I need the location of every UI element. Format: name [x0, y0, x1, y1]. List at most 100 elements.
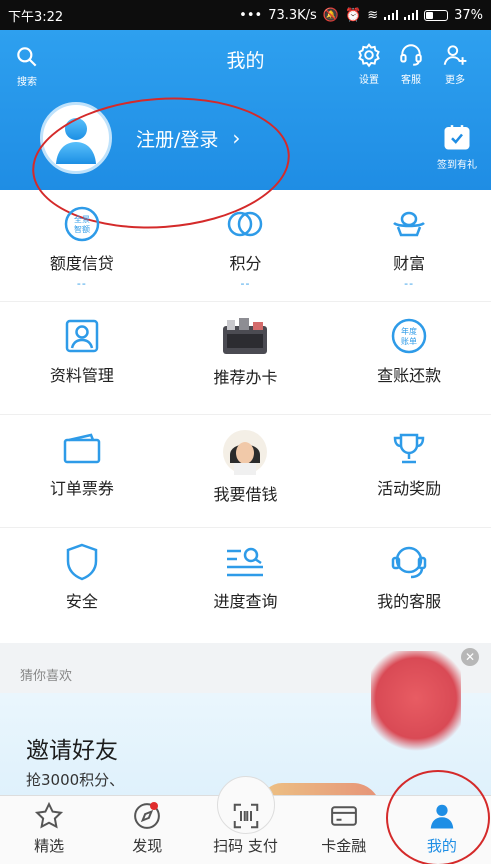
headset-icon: [389, 542, 429, 582]
floating-red-mascot[interactable]: [371, 651, 461, 756]
profile-header: 搜索 我的 设置 客服 更多 注册/登录 › 签到有礼: [0, 30, 491, 190]
tab-featured-label: 精选: [34, 837, 65, 855]
banner-title: 邀请好友: [26, 738, 118, 764]
wealth-label: 财富: [393, 254, 426, 273]
login-entry[interactable]: 注册/登录 ›: [40, 102, 240, 174]
signal-icon: [384, 10, 399, 20]
grid-row: 全景 智额 额度信贷 -- 积分 -- 财富 --: [0, 190, 491, 302]
tab-discover[interactable]: 发现: [98, 796, 196, 864]
mute-icon: 🔕: [322, 7, 339, 23]
search-label: 搜索: [17, 77, 37, 88]
more-label: 更多: [445, 75, 465, 86]
order-ticket-label: 订单票券: [49, 479, 114, 498]
headset-icon: [400, 44, 422, 66]
tab-scan-pay[interactable]: 扫码 支付: [196, 776, 294, 864]
svg-text:智额: 智额: [74, 224, 90, 234]
points-value: --: [240, 277, 251, 290]
function-grid: 全景 智额 额度信贷 -- 积分 -- 财富 -- 资料管理 推荐办卡 年度 账…: [0, 190, 491, 643]
status-bar: 下午3:22 ••• 73.3K/s 🔕 ⏰ ≋ 37%: [0, 0, 491, 30]
add-friend-icon: [443, 45, 467, 65]
bill-repay-label: 查账还款: [377, 366, 442, 385]
annual-bill-icon: 年度 账单: [389, 316, 429, 356]
rocket-illustration: [261, 783, 381, 795]
progress-query-icon: [225, 542, 265, 582]
ingot-icon: [389, 204, 429, 244]
recommend-title: 猜你喜欢: [20, 669, 73, 684]
points-rings-icon: [225, 204, 265, 244]
banner-subtitle: 抢3000积分、: [26, 771, 125, 789]
tab-discover-label: 发现: [132, 837, 163, 855]
tab-scan-pay-label: 扫码 支付: [213, 837, 278, 855]
recommend-card-label: 推荐办卡: [213, 368, 278, 387]
star-icon: [35, 801, 64, 829]
more-button[interactable]: 更多: [442, 42, 468, 86]
order-ticket-item[interactable]: 订单票券: [0, 415, 164, 527]
close-icon[interactable]: ✕: [461, 648, 479, 666]
my-service-item[interactable]: 我的客服: [327, 528, 491, 643]
status-time: 下午3:22: [8, 9, 64, 25]
activity-reward-label: 活动奖励: [377, 479, 442, 498]
profile-management-label: 资料管理: [49, 366, 114, 385]
progress-query-label: 进度查询: [213, 592, 278, 611]
checkin-button[interactable]: 签到有礼: [437, 122, 477, 171]
security-item[interactable]: 安全: [0, 528, 164, 643]
wealth-value: --: [404, 277, 415, 290]
bottom-tab-bar: 精选 发现 扫码 支付 卡金融 我的: [0, 776, 491, 864]
trophy-icon: [389, 429, 429, 469]
borrow-photo-icon: [222, 429, 268, 475]
grid-row: 资料管理 推荐办卡 年度 账单 查账还款: [0, 302, 491, 415]
quanjing-credit-icon: 全景 智额: [62, 204, 102, 244]
person-icon: [430, 804, 454, 829]
points-label: 积分: [229, 254, 262, 273]
recommend-card-item[interactable]: 推荐办卡: [164, 302, 328, 414]
signal-icon-2: [404, 10, 419, 20]
borrow-money-item[interactable]: 我要借钱: [164, 415, 328, 527]
credit-limit-value: --: [76, 277, 87, 290]
ticket-icon: [62, 429, 102, 469]
login-link[interactable]: 注册/登录 ›: [136, 125, 240, 152]
svg-text:全景: 全景: [74, 214, 90, 224]
login-text: 注册/登录: [136, 128, 219, 151]
credit-limit-item[interactable]: 全景 智额 额度信贷 --: [0, 190, 164, 301]
tab-card-finance[interactable]: 卡金融: [295, 796, 393, 864]
svg-text:年度: 年度: [401, 326, 417, 336]
bill-repay-item[interactable]: 年度 账单 查账还款: [327, 302, 491, 414]
settings-label: 设置: [359, 75, 379, 86]
profile-management-item[interactable]: 资料管理: [0, 302, 164, 414]
recommend-card-photo-icon: [221, 316, 269, 358]
points-item[interactable]: 积分 --: [164, 190, 328, 301]
service-label: 客服: [401, 75, 421, 86]
customer-service-button[interactable]: 客服: [398, 42, 424, 86]
user-avatar-icon: [56, 118, 96, 164]
recommend-section: ✕ 猜你喜欢 邀请好友 抢3000积分、: [0, 643, 491, 795]
svg-text:账单: 账单: [401, 336, 417, 346]
alarm-icon: ⏰: [345, 7, 362, 23]
status-right: ••• 73.3K/s 🔕 ⏰ ≋ 37%: [239, 8, 483, 23]
checkin-label: 签到有礼: [437, 160, 477, 171]
my-service-label: 我的客服: [377, 592, 442, 611]
borrow-money-label: 我要借钱: [213, 485, 278, 504]
grid-row: 安全 进度查询 我的客服: [0, 528, 491, 643]
tab-mine[interactable]: 我的: [393, 796, 491, 864]
network-speed: 73.3K/s: [268, 7, 317, 23]
dots-icon: •••: [239, 7, 263, 23]
settings-button[interactable]: 设置: [356, 42, 382, 86]
security-label: 安全: [65, 592, 98, 611]
grid-row: 订单票券 我要借钱 活动奖励: [0, 415, 491, 528]
scan-icon: [233, 803, 258, 829]
profile-icon: [62, 316, 102, 356]
activity-reward-item[interactable]: 活动奖励: [327, 415, 491, 527]
chevron-right-icon: ›: [232, 126, 241, 150]
card-icon: [330, 806, 357, 826]
progress-query-item[interactable]: 进度查询: [164, 528, 328, 643]
battery-icon: [424, 9, 449, 21]
tab-card-finance-label: 卡金融: [321, 837, 367, 855]
tab-featured[interactable]: 精选: [0, 796, 98, 864]
credit-limit-label: 额度信贷: [49, 254, 114, 273]
calendar-check-icon: [444, 125, 470, 150]
tab-mine-label: 我的: [426, 837, 457, 855]
avatar[interactable]: [40, 102, 112, 174]
gear-icon: [358, 43, 380, 68]
wealth-item[interactable]: 财富 --: [327, 190, 491, 301]
wifi-icon: ≋: [367, 7, 379, 23]
